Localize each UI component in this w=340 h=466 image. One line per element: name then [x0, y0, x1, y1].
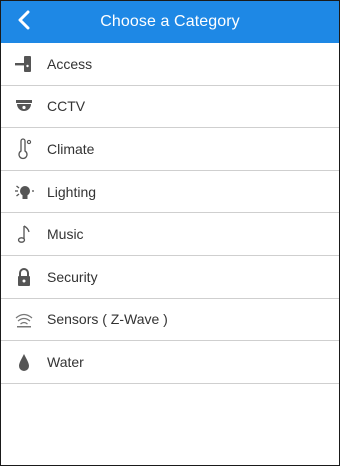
music-note-icon: [1, 213, 47, 255]
header-bar: Choose a Category: [1, 1, 339, 43]
category-item-sensors[interactable]: Sensors ( Z-Wave ): [1, 299, 339, 342]
page-title: Choose a Category: [100, 13, 240, 30]
category-label: Music: [47, 226, 84, 243]
category-label: Security: [47, 268, 98, 285]
category-label: Sensors ( Z-Wave ): [47, 311, 168, 328]
category-item-cctv[interactable]: CCTV: [1, 86, 339, 129]
thermometer-icon: [1, 128, 47, 170]
back-button[interactable]: [7, 1, 41, 43]
door-lock-icon: [1, 43, 47, 85]
category-label: Climate: [47, 140, 95, 157]
water-drop-icon: [1, 341, 47, 383]
category-item-security[interactable]: Security: [1, 256, 339, 299]
category-item-water[interactable]: Water: [1, 341, 339, 384]
app-frame: Choose a Category Access CCTV Climate Li…: [0, 0, 340, 466]
category-label: Water: [47, 353, 84, 370]
camera-dome-icon: [1, 85, 47, 127]
category-item-lighting[interactable]: Lighting: [1, 171, 339, 214]
category-item-climate[interactable]: Climate: [1, 128, 339, 171]
padlock-icon: [1, 256, 47, 298]
category-item-access[interactable]: Access: [1, 43, 339, 86]
category-label: Access: [47, 55, 93, 72]
chevron-left-icon: [17, 10, 31, 35]
category-label: Lighting: [47, 183, 97, 200]
wireless-signal-icon: [1, 298, 47, 340]
lightbulb-icon: [1, 171, 47, 213]
category-item-music[interactable]: Music: [1, 213, 339, 256]
category-label: CCTV: [47, 98, 86, 115]
category-list: Access CCTV Climate Lighting Music Secur…: [1, 43, 339, 384]
